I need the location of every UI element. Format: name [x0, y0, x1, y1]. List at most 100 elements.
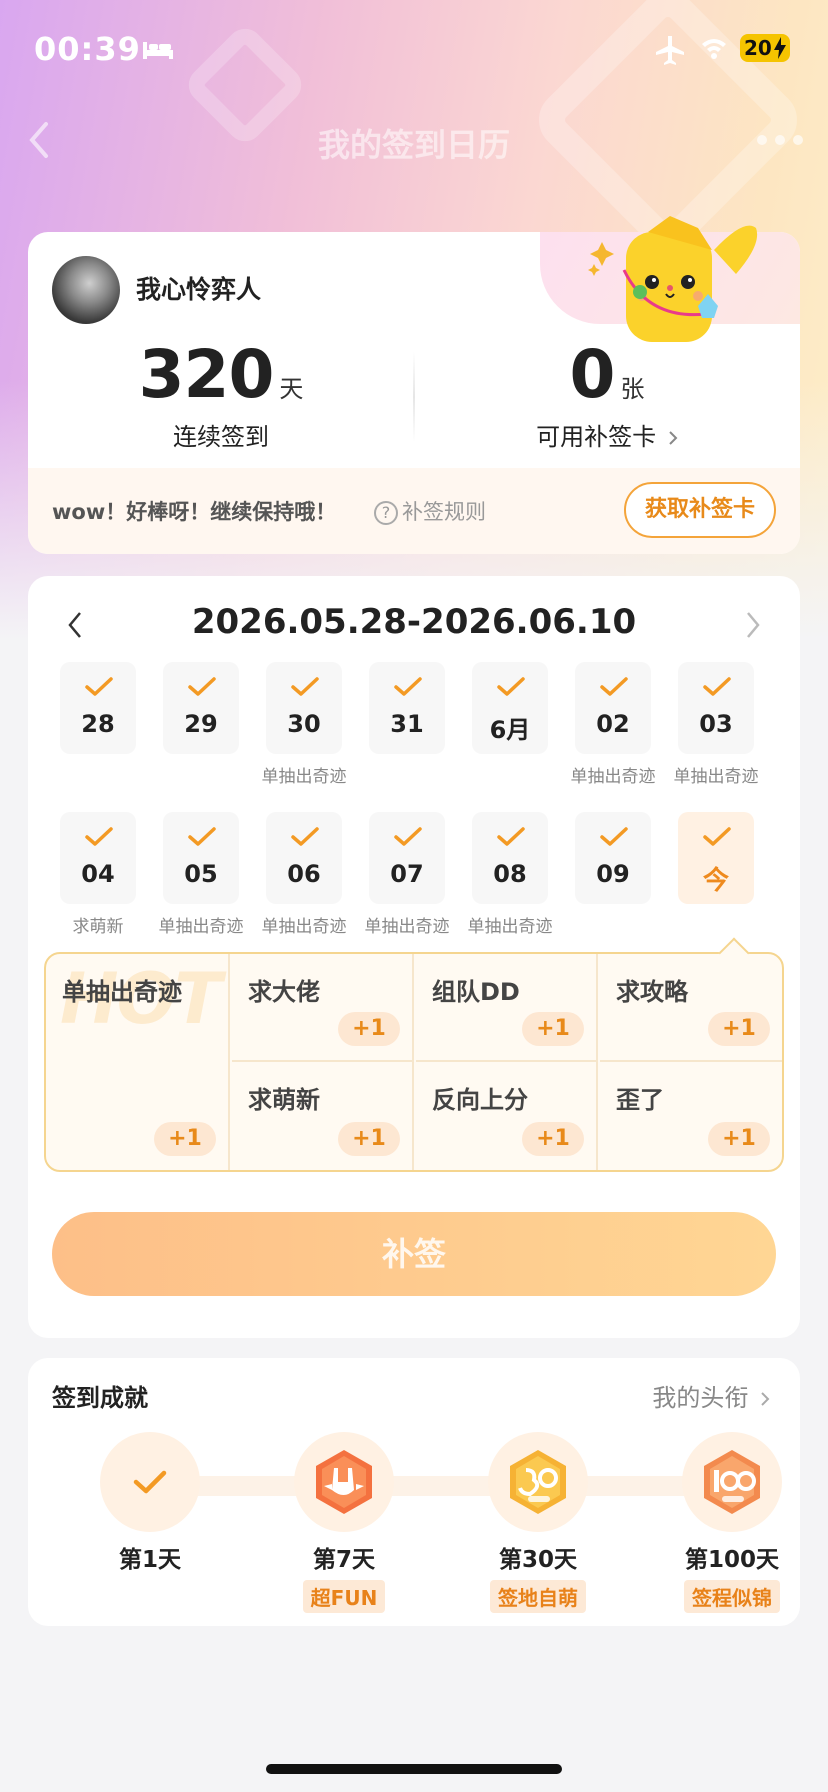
profile-footer: wow！好棒呀！继续保持哦！ ? 补签规则 获取补签卡	[28, 468, 800, 554]
streak-value: 320	[138, 336, 275, 413]
achievement-day-label: 第7天	[312, 1547, 375, 1573]
achievement-day1[interactable]: 第1天	[90, 1432, 210, 1574]
more-icon[interactable]	[756, 134, 804, 146]
day-box: 05	[163, 812, 239, 904]
check-icon	[85, 677, 113, 696]
day-box: 28	[60, 662, 136, 754]
day-cell[interactable]: 29	[163, 662, 239, 754]
achievement-day7[interactable]: 第7天 超FUN	[284, 1432, 404, 1613]
day-wish-tag: 单抽出奇迹	[261, 767, 347, 787]
check-icon	[394, 827, 422, 846]
status-bar: 00:39 20	[0, 0, 828, 100]
day-box: 03	[678, 662, 754, 754]
day-wish-tag: 求萌新	[72, 917, 124, 937]
day-cell[interactable]: 6月	[472, 662, 548, 754]
achievement-title-badge: 签程似锦	[684, 1580, 780, 1613]
rules-link[interactable]: ? 补签规则	[374, 496, 486, 526]
wish-option[interactable]: 求攻略 +1	[600, 954, 782, 1062]
wish-featured[interactable]: HOT 单抽出奇迹 +1	[46, 954, 230, 1170]
wish-label: 求萌新	[248, 1086, 320, 1114]
charging-bolt-icon	[774, 37, 786, 59]
day-cell[interactable]: 31	[369, 662, 445, 754]
day-number: 06	[287, 860, 321, 888]
day-cell[interactable]: 08 单抽出奇迹	[468, 812, 553, 937]
wish-option[interactable]: 求萌新 +1	[232, 1062, 414, 1170]
wish-plus-one: +1	[338, 1122, 400, 1156]
achievement-day-label: 第1天	[118, 1547, 181, 1573]
streak-stat: 320 天 连续签到	[28, 336, 414, 452]
check-icon	[291, 677, 319, 696]
wish-plus-one: +1	[522, 1122, 584, 1156]
check-icon	[600, 827, 628, 846]
day-wish-tag: 单抽出奇迹	[158, 917, 244, 937]
achievement-check-circle	[100, 1432, 200, 1532]
wish-label: 求大佬	[248, 978, 320, 1006]
day-box: 6月	[472, 662, 548, 754]
my-titles-link[interactable]: 我的头衔	[652, 1378, 770, 1413]
wish-label: 反向上分	[432, 1086, 528, 1114]
day-cell[interactable]: 02 单抽出奇迹	[571, 662, 656, 787]
achievement-title-badge: 签地自萌	[490, 1580, 586, 1613]
get-makeup-card-button[interactable]: 获取补签卡	[624, 482, 776, 538]
day-cell[interactable]: 06 单抽出奇迹	[262, 812, 347, 937]
my-titles-label: 我的头衔	[652, 1384, 749, 1412]
check-icon	[497, 677, 525, 696]
cards-label: 可用补签卡	[536, 423, 657, 451]
day-wish-tag: 单抽出奇迹	[261, 917, 347, 937]
cards-unit: 张	[620, 375, 645, 403]
achievement-day-label: 第30天	[498, 1547, 577, 1573]
achievement-day100[interactable]: 第100天 签程似锦	[672, 1432, 792, 1613]
day-number: 04	[81, 860, 115, 888]
wish-plus-one: +1	[708, 1012, 770, 1046]
wish-option[interactable]: 求大佬 +1	[232, 954, 414, 1062]
check-icon	[188, 677, 216, 696]
day-number: 30	[287, 710, 321, 738]
day-box: 08	[472, 812, 548, 904]
wish-label: 求攻略	[616, 978, 688, 1006]
streak-unit: 天	[279, 375, 304, 403]
makeup-sign-button[interactable]: 补签	[52, 1212, 776, 1296]
avatar[interactable]	[52, 256, 120, 324]
day-cell-today[interactable]: 今	[678, 812, 754, 904]
day-wish-tag: 单抽出奇迹	[364, 917, 450, 937]
day-cell[interactable]: 05 单抽出奇迹	[159, 812, 244, 937]
next-range-icon[interactable]	[744, 610, 762, 640]
hundred-days-badge-icon	[704, 1450, 760, 1514]
achievement-day30[interactable]: 第30天 签地自萌	[478, 1432, 598, 1613]
day-cell[interactable]: 03 单抽出奇迹	[674, 662, 759, 787]
day-wish-tag: 单抽出奇迹	[673, 767, 759, 787]
wish-panel: HOT 单抽出奇迹 +1 求大佬 +1 组队DD +1 求攻略 +1 求萌新 +1 反向上分 +1…	[44, 937, 784, 1172]
day-cell[interactable]: 04 求萌新	[60, 812, 136, 937]
wish-label: 单抽出奇迹	[62, 978, 182, 1006]
day-number: 02	[596, 710, 630, 738]
nav-bar: 我的签到日历	[0, 100, 828, 180]
check-icon	[600, 677, 628, 696]
achievement-track	[124, 1476, 704, 1496]
day-wish-tag: 单抽出奇迹	[467, 917, 553, 937]
day-number: 31	[390, 710, 424, 738]
date-range: 2026.05.28-2026.06.10	[191, 602, 637, 642]
chevron-right-icon	[669, 431, 678, 445]
day-cell[interactable]: 09	[575, 812, 651, 904]
day-box: 09	[575, 812, 651, 904]
wish-label: 歪了	[616, 1086, 664, 1114]
question-icon: ?	[374, 501, 398, 525]
day-cell[interactable]: 28	[60, 662, 136, 754]
airplane-mode-icon	[656, 36, 684, 65]
check-icon	[394, 677, 422, 696]
day-cell[interactable]: 07 单抽出奇迹	[365, 812, 450, 937]
wish-option[interactable]: 歪了 +1	[600, 1062, 782, 1170]
day-number: 今	[702, 866, 729, 896]
wish-option[interactable]: 组队DD +1	[416, 954, 598, 1062]
day-box: 04	[60, 812, 136, 904]
wish-option[interactable]: 反向上分 +1	[416, 1062, 598, 1170]
day-box: 31	[369, 662, 445, 754]
achievement-badge-circle	[682, 1432, 782, 1532]
home-indicator[interactable]	[266, 1764, 562, 1774]
day-box: 29	[163, 662, 239, 754]
thirty-days-badge-icon	[510, 1450, 566, 1514]
achievement-badge-circle	[488, 1432, 588, 1532]
wifi-icon	[702, 39, 726, 59]
day-cell[interactable]: 30 单抽出奇迹	[262, 662, 347, 787]
wish-label: 组队DD	[432, 978, 520, 1006]
